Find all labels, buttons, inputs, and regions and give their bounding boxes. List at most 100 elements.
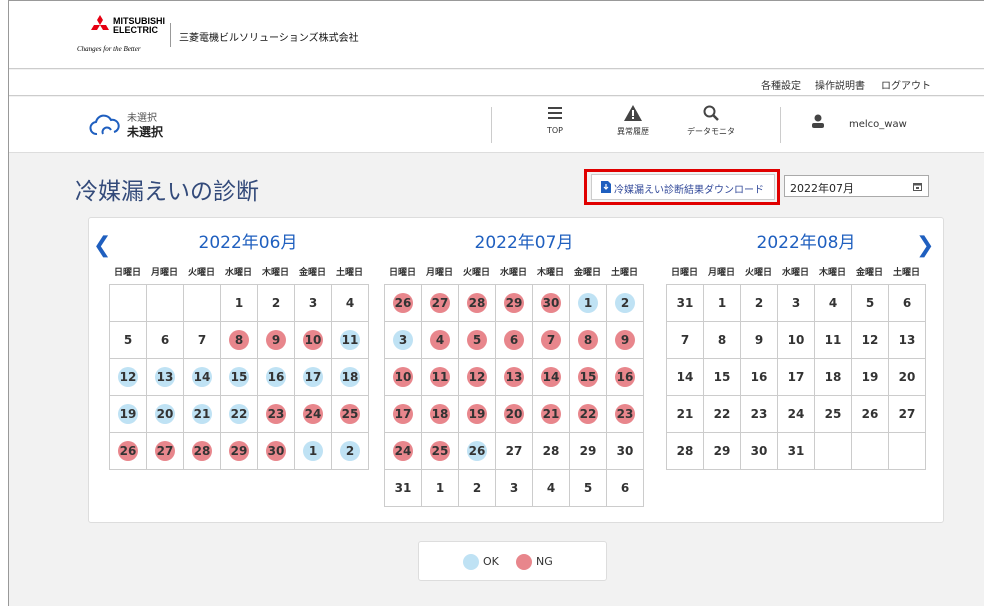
day-number: 21 bbox=[193, 407, 211, 421]
calendar-day-ng[interactable]: 18 bbox=[422, 396, 459, 433]
day-number: 13 bbox=[898, 333, 916, 347]
day-number: 22 bbox=[579, 407, 597, 421]
calendar-day-ng[interactable]: 15 bbox=[570, 359, 607, 396]
calendar-day-ng[interactable]: 26 bbox=[385, 285, 422, 322]
calendar-day-ng[interactable]: 9 bbox=[258, 322, 295, 359]
calendar-day-ng[interactable]: 17 bbox=[385, 396, 422, 433]
calendar-day-ng[interactable]: 8 bbox=[570, 322, 607, 359]
calendar-day-ok[interactable]: 20 bbox=[147, 396, 184, 433]
calendar-day-ng[interactable]: 29 bbox=[221, 433, 258, 470]
day-number: 19 bbox=[468, 407, 486, 421]
calendar-day-ok[interactable]: 21 bbox=[184, 396, 221, 433]
calendar-day-ng[interactable]: 30 bbox=[533, 285, 570, 322]
calendar-day-ok[interactable]: 2 bbox=[332, 433, 369, 470]
calendar-day-ng[interactable]: 8 bbox=[221, 322, 258, 359]
day-number: 9 bbox=[620, 333, 630, 347]
logout-link[interactable]: ログアウト bbox=[881, 77, 931, 92]
calendar-day-ok[interactable]: 1 bbox=[570, 285, 607, 322]
calendar-day-ok[interactable]: 3 bbox=[385, 322, 422, 359]
calendar-day-ng[interactable]: 27 bbox=[422, 285, 459, 322]
calendar-day-ok[interactable]: 1 bbox=[295, 433, 332, 470]
calendar-day-ok[interactable]: 19 bbox=[110, 396, 147, 433]
calendar-day bbox=[147, 285, 184, 322]
day-number: 20 bbox=[156, 407, 174, 421]
username[interactable]: melco_waw bbox=[849, 119, 907, 130]
day-number: 26 bbox=[861, 407, 879, 421]
calendar-day-ok[interactable]: 2 bbox=[607, 285, 644, 322]
day-number: 18 bbox=[341, 370, 359, 384]
calendar-day-ok[interactable]: 13 bbox=[147, 359, 184, 396]
day-number: 23 bbox=[616, 407, 634, 421]
logo-divider bbox=[170, 23, 171, 47]
calendar-day-ng[interactable]: 10 bbox=[385, 359, 422, 396]
day-number: 3 bbox=[308, 296, 318, 310]
calendar-day-ok[interactable]: 18 bbox=[332, 359, 369, 396]
calendar-day-ng[interactable]: 22 bbox=[570, 396, 607, 433]
calendar-day: 6 bbox=[147, 322, 184, 359]
download-button[interactable]: 冷媒漏えい診断結果ダウンロード bbox=[591, 174, 775, 200]
calendar-day-ng[interactable]: 21 bbox=[533, 396, 570, 433]
calendar-day: 21 bbox=[667, 396, 704, 433]
weekday-header: 日曜日 月曜日 火曜日 水曜日 木曜日 金曜日 土曜日 bbox=[666, 265, 925, 278]
calendar-day-ng[interactable]: 16 bbox=[607, 359, 644, 396]
day-number: 20 bbox=[505, 407, 523, 421]
calendar-day-ok[interactable]: 26 bbox=[459, 433, 496, 470]
calendar-day-ng[interactable]: 19 bbox=[459, 396, 496, 433]
calendar-day-ng[interactable]: 25 bbox=[422, 433, 459, 470]
calendar-day-ng[interactable]: 27 bbox=[147, 433, 184, 470]
calendar-day-ok[interactable]: 11 bbox=[332, 322, 369, 359]
calendar-day: 8 bbox=[704, 322, 741, 359]
day-number: 14 bbox=[193, 370, 211, 384]
weekday-header: 日曜日 月曜日 火曜日 水曜日 木曜日 金曜日 土曜日 bbox=[384, 265, 643, 278]
calendar-day-ng[interactable]: 12 bbox=[459, 359, 496, 396]
day-number: 26 bbox=[394, 296, 412, 310]
calendar-day-ng[interactable]: 5 bbox=[459, 322, 496, 359]
calendar-day-ng[interactable]: 14 bbox=[533, 359, 570, 396]
calendar-day-ok[interactable]: 15 bbox=[221, 359, 258, 396]
nav-divider bbox=[491, 107, 492, 143]
calendar-day-ng[interactable]: 23 bbox=[607, 396, 644, 433]
next-month-button[interactable]: ❯ bbox=[916, 233, 934, 258]
calendar-day-ng[interactable]: 24 bbox=[385, 433, 422, 470]
calendar-day-ok[interactable]: 14 bbox=[184, 359, 221, 396]
weekday-label: 月曜日 bbox=[707, 268, 735, 278]
nav-data-monitor[interactable]: データモニタ bbox=[681, 105, 741, 137]
calendar-day: 23 bbox=[741, 396, 778, 433]
weekday-label: 火曜日 bbox=[187, 268, 215, 278]
calendar-day-ng[interactable]: 25 bbox=[332, 396, 369, 433]
prev-month-button[interactable]: ❮ bbox=[93, 233, 111, 258]
manual-link[interactable]: 操作説明書 bbox=[815, 77, 865, 92]
calendar-day-ng[interactable]: 28 bbox=[184, 433, 221, 470]
day-number: 13 bbox=[156, 370, 174, 384]
download-label: 冷媒漏えい診断結果ダウンロード bbox=[614, 185, 764, 196]
calendar-day: 3 bbox=[295, 285, 332, 322]
calendar-day-ng[interactable]: 10 bbox=[295, 322, 332, 359]
settings-link[interactable]: 各種設定 bbox=[761, 77, 801, 92]
calendar-day-ng[interactable]: 9 bbox=[607, 322, 644, 359]
calendar-day-ng[interactable]: 20 bbox=[496, 396, 533, 433]
day-number: 25 bbox=[431, 444, 449, 458]
calendar-day-ng[interactable]: 30 bbox=[258, 433, 295, 470]
calendar-day-ok[interactable]: 17 bbox=[295, 359, 332, 396]
calendar-day-ok[interactable]: 16 bbox=[258, 359, 295, 396]
calendar-day-ok[interactable]: 22 bbox=[221, 396, 258, 433]
calendar-day-ng[interactable]: 11 bbox=[422, 359, 459, 396]
nav-top[interactable]: TOP bbox=[525, 105, 585, 135]
calendar-day-ng[interactable]: 26 bbox=[110, 433, 147, 470]
calendar-week: 21 22 23 24 25 26 27 bbox=[667, 396, 926, 433]
calendar-day-ng[interactable]: 4 bbox=[422, 322, 459, 359]
month-picker[interactable]: 2022年07月 bbox=[784, 175, 929, 197]
day-number: 8 bbox=[717, 333, 727, 347]
calendar-day-ng[interactable]: 6 bbox=[496, 322, 533, 359]
calendar-day-ok[interactable]: 12 bbox=[110, 359, 147, 396]
nav-alarm-history[interactable]: 異常履歴 bbox=[603, 105, 663, 137]
calendar-day-ng[interactable]: 23 bbox=[258, 396, 295, 433]
day-number: 17 bbox=[304, 370, 322, 384]
calendar-day-ng[interactable]: 13 bbox=[496, 359, 533, 396]
calendar-day-ng[interactable]: 7 bbox=[533, 322, 570, 359]
calendar-day-ng[interactable]: 24 bbox=[295, 396, 332, 433]
calendar-day-ng[interactable]: 28 bbox=[459, 285, 496, 322]
calendar-day-ng[interactable]: 29 bbox=[496, 285, 533, 322]
calendar-day: 28 bbox=[533, 433, 570, 470]
calendar-day: 4 bbox=[332, 285, 369, 322]
